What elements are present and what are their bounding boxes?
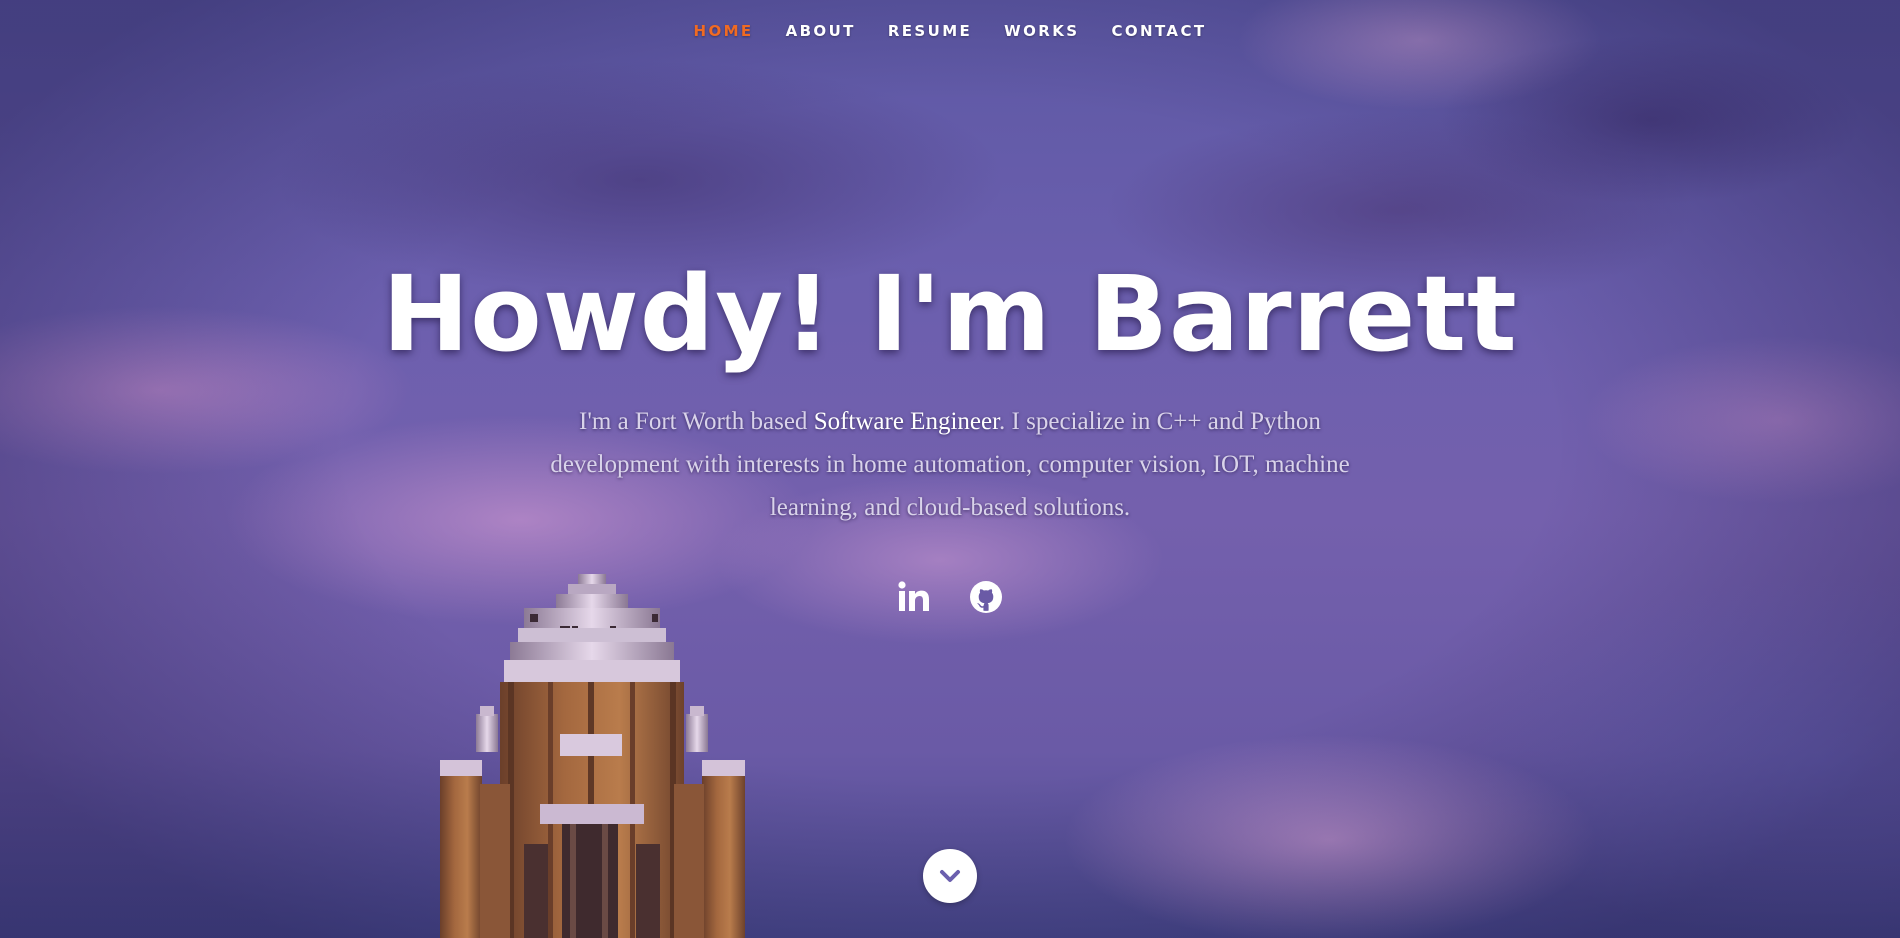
nav-link-resume[interactable]: RESUME: [872, 20, 988, 42]
github-icon: [970, 581, 1002, 613]
hero-background: HOME ABOUT RESUME WORKS CONTACT Howdy! I…: [0, 0, 1900, 938]
github-link[interactable]: [967, 578, 1005, 616]
linkedin-link[interactable]: [895, 578, 933, 616]
nav-link-contact[interactable]: CONTACT: [1095, 20, 1222, 42]
intro-highlight: Software Engineer: [813, 408, 1000, 435]
nav-link-works[interactable]: WORKS: [988, 20, 1095, 42]
scroll-down-button[interactable]: [923, 849, 977, 903]
intro-text-start: I'm a Fort Worth based: [579, 408, 814, 435]
linkedin-icon: [898, 581, 929, 611]
chevron-down-icon: [940, 870, 960, 882]
hero-headline: Howdy! I'm Barrett: [382, 253, 1518, 375]
nav-link-about[interactable]: ABOUT: [770, 20, 872, 42]
tower-building-image: [440, 574, 745, 938]
main-navigation: HOME ABOUT RESUME WORKS CONTACT: [0, 20, 1900, 42]
hero-intro: I'm a Fort Worth based Software Engineer…: [515, 400, 1385, 529]
social-links: [0, 578, 1900, 616]
nav-link-home[interactable]: HOME: [678, 20, 770, 42]
